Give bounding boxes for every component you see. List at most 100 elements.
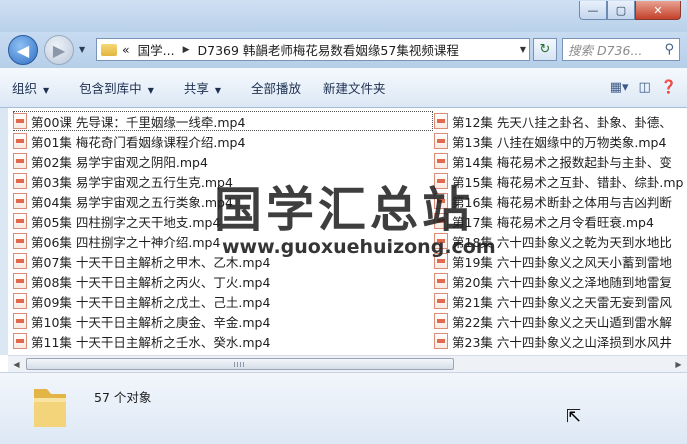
folder-icon bbox=[34, 389, 66, 427]
file-name: 第12集 先天八挂之卦名、卦象、卦德、 bbox=[452, 114, 672, 130]
window-controls: — ▢ ✕ bbox=[579, 1, 681, 20]
include-in-library-menu[interactable]: 包含到库中 ▼ bbox=[79, 78, 154, 97]
close-button[interactable]: ✕ bbox=[635, 1, 681, 20]
video-file-icon bbox=[434, 293, 448, 309]
share-menu[interactable]: 共享 ▼ bbox=[184, 78, 221, 97]
preview-pane-icon[interactable]: ◫ bbox=[639, 80, 651, 95]
video-file-icon bbox=[434, 313, 448, 329]
list-item[interactable]: 第14集 梅花易术之报数起卦与主卦、变 bbox=[434, 151, 687, 171]
file-name: 第08集 十天干日主解析之丙火、丁火.mp4 bbox=[31, 274, 271, 290]
command-bar: 组织 ▼ 包含到库中 ▼ 共享 ▼ 全部播放 新建文件夹 ▦▾ ◫ ❓ bbox=[0, 68, 687, 108]
video-file-icon bbox=[13, 173, 27, 189]
list-item[interactable]: 第08集 十天干日主解析之丙火、丁火.mp4 bbox=[13, 271, 433, 291]
list-item[interactable]: 第10集 十天干日主解析之庚金、辛金.mp4 bbox=[13, 311, 433, 331]
video-file-icon bbox=[13, 133, 27, 149]
share-label: 共享 bbox=[183, 81, 209, 96]
video-file-icon bbox=[13, 293, 27, 309]
title-bar: — ▢ ✕ bbox=[0, 0, 687, 32]
file-name: 第05集 四柱捌字之天干地支.mp4 bbox=[31, 214, 221, 230]
list-item[interactable]: 第11集 十天干日主解析之壬水、癸水.mp4 bbox=[13, 331, 433, 351]
chevron-down-icon: ▼ bbox=[147, 86, 154, 95]
file-name: 第13集 八挂在姻缘中的万物类象.mp4 bbox=[452, 134, 667, 150]
view-controls: ▦▾ ◫ ❓ bbox=[610, 80, 677, 95]
breadcrumb-item[interactable]: 国学... bbox=[138, 40, 175, 59]
video-file-icon bbox=[13, 113, 27, 129]
watermark-title: 国学汇总站 bbox=[214, 182, 475, 238]
file-name: 第11集 十天干日主解析之壬水、癸水.mp4 bbox=[31, 334, 271, 350]
search-input[interactable]: 搜索 D736... ⚲ bbox=[562, 38, 680, 61]
breadcrumb-separator[interactable]: ▶ bbox=[183, 45, 190, 55]
list-item[interactable]: 第12集 先天八挂之卦名、卦象、卦德、 bbox=[434, 111, 687, 131]
minimize-button[interactable]: — bbox=[579, 1, 607, 20]
file-name: 第03集 易学宇宙观之五行生克.mp4 bbox=[31, 174, 233, 190]
file-name: 第15集 梅花易术之互卦、错卦、综卦.mp bbox=[452, 174, 684, 190]
list-item[interactable]: 第20集 六十四卦象义之泽地随到地雷复 bbox=[434, 271, 687, 291]
help-icon[interactable]: ❓ bbox=[661, 80, 677, 95]
new-folder-button[interactable]: 新建文件夹 bbox=[323, 78, 386, 97]
address-bar[interactable]: « 国学... ▶ D7369 韩韻老师梅花易数看姻缘57集视频课程 ▼ bbox=[96, 38, 530, 61]
file-name: 第16集 梅花易术断卦之体用与吉凶判断 bbox=[452, 194, 672, 210]
file-name: 第09集 十天干日主解析之戊土、己土.mp4 bbox=[31, 294, 271, 310]
list-item[interactable]: 第23集 六十四卦象义之山泽损到水风井 bbox=[434, 331, 687, 351]
video-file-icon bbox=[434, 113, 448, 129]
breadcrumb-overflow[interactable]: « bbox=[122, 42, 130, 57]
back-button[interactable]: ◀ bbox=[8, 35, 38, 65]
chevron-down-icon: ▼ bbox=[43, 86, 50, 95]
file-name: 第04集 易学宇宙观之五行类象.mp4 bbox=[31, 194, 233, 210]
maximize-button[interactable]: ▢ bbox=[607, 1, 635, 20]
video-file-icon bbox=[13, 313, 27, 329]
navigation-bar: ◀ ▶ ▼ « 国学... ▶ D7369 韩韻老师梅花易数看姻缘57集视频课程… bbox=[0, 32, 687, 68]
list-item[interactable]: 第01集 梅花奇门看姻缘课程介绍.mp4 bbox=[13, 131, 433, 151]
video-file-icon bbox=[13, 153, 27, 169]
video-file-icon bbox=[434, 273, 448, 289]
video-file-icon bbox=[434, 153, 448, 169]
file-name: 第01集 梅花奇门看姻缘课程介绍.mp4 bbox=[31, 134, 246, 150]
video-file-icon bbox=[434, 333, 448, 349]
file-name: 第17集 梅花易术之月令看旺衰.mp4 bbox=[452, 214, 654, 230]
play-all-button[interactable]: 全部播放 bbox=[251, 78, 301, 97]
list-item[interactable]: 第09集 十天干日主解析之戊土、己土.mp4 bbox=[13, 291, 433, 311]
video-file-icon bbox=[434, 133, 448, 149]
refresh-button[interactable]: ↻ bbox=[533, 38, 557, 61]
grip-icon bbox=[234, 362, 246, 367]
search-placeholder: 搜索 D736... bbox=[568, 43, 643, 58]
scroll-right-button[interactable]: ▶ bbox=[670, 356, 687, 373]
view-options-icon[interactable]: ▦▾ bbox=[610, 80, 629, 95]
list-item[interactable]: 第21集 六十四卦象义之天雷无妄到雷风 bbox=[434, 291, 687, 311]
forward-button[interactable]: ▶ bbox=[44, 35, 74, 65]
file-name: 第14集 梅花易术之报数起卦与主卦、变 bbox=[452, 154, 672, 170]
scrollbar-thumb[interactable] bbox=[26, 358, 454, 370]
details-pane: 57 个对象 bbox=[0, 372, 687, 444]
recent-pages-dropdown[interactable]: ▼ bbox=[79, 45, 85, 54]
video-file-icon bbox=[13, 233, 27, 249]
organize-label: 组织 bbox=[12, 81, 38, 96]
watermark-url: www.guoxuehuizong.com bbox=[222, 236, 496, 258]
list-item[interactable]: 第00课 先导课：千里姻缘一线牵.mp4 bbox=[13, 111, 433, 131]
file-name: 第00课 先导课：千里姻缘一线牵.mp4 bbox=[31, 114, 246, 130]
list-item[interactable]: 第02集 易学宇宙观之阴阳.mp4 bbox=[13, 151, 433, 171]
address-dropdown-icon[interactable]: ▼ bbox=[520, 45, 526, 54]
file-name: 第10集 十天干日主解析之庚金、辛金.mp4 bbox=[31, 314, 271, 330]
chevron-down-icon: ▼ bbox=[214, 86, 222, 95]
include-in-library-label: 包含到库中 bbox=[79, 81, 142, 96]
file-name: 第21集 六十四卦象义之天雷无妄到雷风 bbox=[452, 294, 672, 310]
video-file-icon bbox=[13, 333, 27, 349]
file-name: 第23集 六十四卦象义之山泽损到水风井 bbox=[452, 334, 672, 350]
breadcrumb-item-current[interactable]: D7369 韩韻老师梅花易数看姻缘57集视频课程 bbox=[198, 40, 459, 59]
object-count: 57 个对象 bbox=[94, 390, 152, 405]
file-name: 第20集 六十四卦象义之泽地随到地雷复 bbox=[452, 274, 672, 290]
organize-menu[interactable]: 组织 ▼ bbox=[12, 78, 49, 97]
mouse-cursor-icon: ⇱ bbox=[566, 406, 582, 427]
search-icon[interactable]: ⚲ bbox=[664, 42, 674, 57]
horizontal-scrollbar[interactable]: ◀ ▶ bbox=[8, 355, 687, 372]
list-item[interactable]: 第22集 六十四卦象义之天山遁到雷水解 bbox=[434, 311, 687, 331]
folder-icon bbox=[101, 43, 117, 56]
file-name: 第02集 易学宇宙观之阴阳.mp4 bbox=[31, 154, 208, 170]
video-file-icon bbox=[13, 193, 27, 209]
video-file-icon bbox=[13, 213, 27, 229]
file-name: 第22集 六十四卦象义之天山遁到雷水解 bbox=[452, 314, 672, 330]
list-item[interactable]: 第13集 八挂在姻缘中的万物类象.mp4 bbox=[434, 131, 687, 151]
video-file-icon bbox=[13, 253, 27, 269]
video-file-icon bbox=[13, 273, 27, 289]
scroll-left-button[interactable]: ◀ bbox=[8, 356, 25, 373]
